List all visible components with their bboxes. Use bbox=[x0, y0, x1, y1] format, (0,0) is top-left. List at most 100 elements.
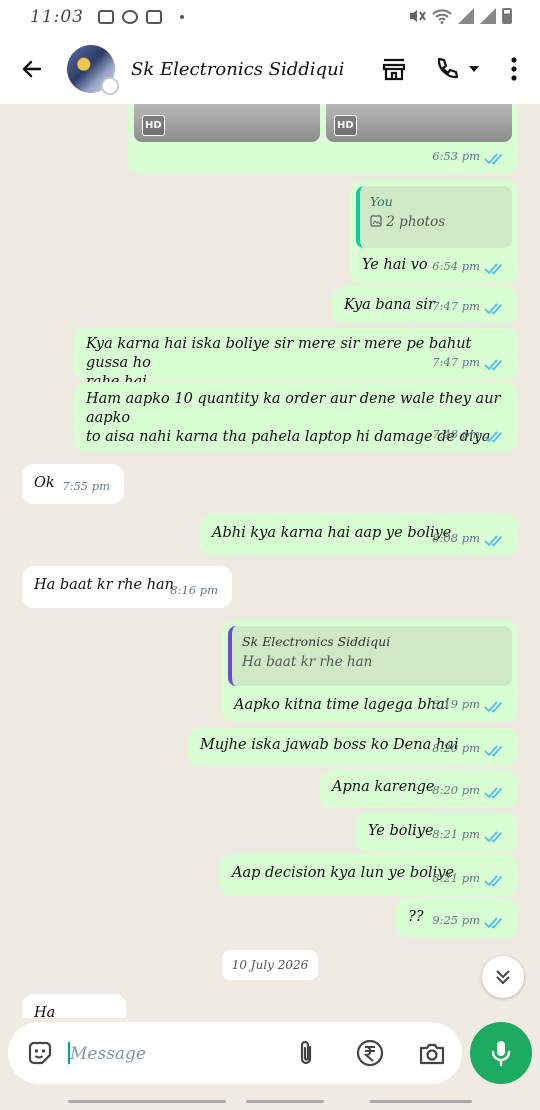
message-text: Kya bana sir bbox=[344, 297, 435, 313]
message-bubble[interactable]: Abhi kya karna hai aap ye boliye 8:08 pm bbox=[200, 514, 518, 556]
message-bubble[interactable]: Ha baat kr rhe han 8:16 pm bbox=[22, 566, 232, 608]
message-time: 8:16 pm bbox=[170, 583, 218, 597]
quoted-message[interactable]: Sk Electronics Siddiqui Ha baat kr rhe h… bbox=[228, 626, 512, 686]
instagram-notification-icon bbox=[146, 10, 162, 24]
double-chevron-down-icon bbox=[496, 970, 510, 985]
back-button[interactable] bbox=[12, 49, 52, 89]
scroll-to-bottom-button[interactable] bbox=[482, 956, 524, 998]
message-text: Abhi kya karna hai aap ye boliye bbox=[212, 525, 452, 541]
status-system-icons bbox=[408, 8, 512, 24]
message-time: 6:53 pm bbox=[432, 149, 480, 163]
voice-message-button[interactable] bbox=[470, 1022, 532, 1084]
chat-header: Sk Electronics Siddiqui bbox=[0, 34, 540, 104]
date-divider: 10 July 2026 bbox=[222, 950, 318, 980]
wifi-icon bbox=[432, 9, 452, 24]
message-bubble[interactable]: Ha bbox=[22, 994, 126, 1018]
caret-down-icon bbox=[469, 66, 479, 72]
message-bubble[interactable]: Ok 7:55 pm bbox=[22, 464, 124, 504]
message-bubble[interactable]: You 2 photos Ye hai vo 6:54 pm bbox=[350, 180, 518, 284]
message-time: 9:25 pm bbox=[432, 913, 480, 927]
read-ticks-icon bbox=[484, 535, 503, 547]
contact-avatar[interactable] bbox=[67, 45, 119, 95]
read-ticks-icon bbox=[484, 153, 503, 165]
message-bubble[interactable]: Kya karna hai iska boliye sir mere sir m… bbox=[74, 328, 518, 390]
message-text: Mujhe iska jawab boss ko Dena hai bbox=[200, 737, 459, 753]
system-nav-bar bbox=[0, 1096, 540, 1110]
message-text: Ha baat kr rhe han bbox=[34, 577, 175, 593]
message-bubble[interactable]: Kya bana sir 7:47 pm bbox=[332, 286, 518, 324]
read-ticks-icon bbox=[484, 431, 503, 443]
message-text: ?? bbox=[408, 909, 424, 925]
message-bubble[interactable]: Aap decision kya lun ye boliye 8:21 pm bbox=[220, 854, 518, 896]
message-composer bbox=[8, 1022, 462, 1084]
photo-thumbnail[interactable]: HD bbox=[134, 104, 320, 142]
message-bubble[interactable]: Mujhe iska jawab boss ko Dena hai 8:20 p… bbox=[188, 728, 518, 766]
message-input[interactable] bbox=[68, 1038, 282, 1070]
message-time: 7:47 pm bbox=[432, 355, 480, 369]
contact-name[interactable]: Sk Electronics Siddiqui bbox=[131, 59, 344, 80]
read-ticks-icon bbox=[484, 831, 503, 843]
photo-thumbnail[interactable]: HD bbox=[326, 104, 512, 142]
quote-text: 2 photos bbox=[370, 213, 502, 232]
voice-call-button[interactable] bbox=[428, 51, 486, 87]
read-ticks-icon bbox=[484, 875, 503, 887]
header-actions bbox=[376, 34, 526, 104]
quoted-message[interactable]: You 2 photos bbox=[356, 186, 512, 248]
message-text: Apna karenge bbox=[332, 779, 435, 795]
message-time: 8:21 pm bbox=[432, 827, 480, 841]
phone-icon bbox=[437, 57, 459, 79]
message-bubble[interactable]: Apna karenge 8:20 pm bbox=[320, 770, 518, 808]
catalog-button[interactable] bbox=[376, 51, 412, 87]
read-ticks-icon bbox=[484, 917, 503, 929]
nav-recent-button[interactable] bbox=[68, 1100, 226, 1103]
message-time: 8:19 pm bbox=[432, 697, 480, 711]
message-time: 8:20 pm bbox=[432, 741, 480, 755]
sticker-button[interactable] bbox=[22, 1035, 58, 1071]
read-ticks-icon bbox=[484, 745, 503, 757]
camera-button[interactable] bbox=[414, 1035, 450, 1071]
message-text: Ok bbox=[34, 475, 55, 491]
mute-icon bbox=[410, 10, 426, 22]
message-text: Aap decision kya lun ye boliye bbox=[232, 865, 454, 881]
quote-author: Sk Electronics Siddiqui bbox=[242, 634, 391, 649]
business-badge-icon bbox=[101, 77, 119, 95]
whatsapp-notification-icon bbox=[122, 10, 138, 24]
read-ticks-icon bbox=[484, 303, 503, 315]
quote-author: You bbox=[370, 194, 393, 209]
read-ticks-icon bbox=[484, 701, 503, 713]
nav-back-button[interactable] bbox=[370, 1100, 472, 1103]
image-message[interactable]: HD HD 6:53 pm bbox=[128, 104, 518, 174]
chat-area[interactable]: HD HD 6:53 pm You 2 photos Ye hai vo 6:5… bbox=[0, 104, 540, 1018]
attach-button[interactable] bbox=[288, 1035, 324, 1071]
more-notifications-icon bbox=[180, 15, 184, 19]
gallery-notification-icon bbox=[98, 10, 114, 24]
nav-home-button[interactable] bbox=[246, 1100, 324, 1103]
arrow-left-icon bbox=[22, 60, 42, 78]
hd-badge: HD bbox=[334, 115, 357, 136]
read-ticks-icon bbox=[484, 787, 503, 799]
camera-icon bbox=[419, 1043, 445, 1065]
battery-icon bbox=[502, 8, 512, 24]
status-notification-icons bbox=[98, 10, 184, 24]
payment-button[interactable] bbox=[352, 1035, 388, 1071]
store-icon bbox=[382, 58, 406, 81]
kebab-menu-icon bbox=[511, 57, 517, 81]
message-text: Ye hai vo bbox=[362, 257, 428, 273]
message-bubble[interactable]: Sk Electronics Siddiqui Ha baat kr rhe h… bbox=[222, 620, 518, 722]
microphone-icon bbox=[491, 1041, 511, 1067]
paperclip-icon bbox=[300, 1040, 312, 1065]
message-bubble[interactable]: Ye boliye 8:21 pm bbox=[356, 812, 518, 852]
message-time: 6:54 pm bbox=[432, 259, 480, 273]
quote-text: Ha baat kr rhe han bbox=[242, 654, 373, 670]
read-ticks-icon bbox=[484, 263, 503, 275]
hd-badge: HD bbox=[142, 115, 165, 136]
message-text: Ye boliye bbox=[368, 823, 434, 839]
message-bubble[interactable]: ?? 9:25 pm bbox=[396, 898, 518, 938]
status-bar: 11:03 bbox=[0, 0, 540, 34]
more-options-button[interactable] bbox=[502, 51, 526, 87]
read-ticks-icon bbox=[484, 359, 503, 371]
signal-1-icon bbox=[458, 8, 474, 24]
photo-icon bbox=[370, 215, 382, 227]
message-time: 7:55 pm bbox=[62, 479, 110, 493]
message-bubble[interactable]: Ham aapko 10 quantity ka order aur dene … bbox=[74, 382, 518, 452]
